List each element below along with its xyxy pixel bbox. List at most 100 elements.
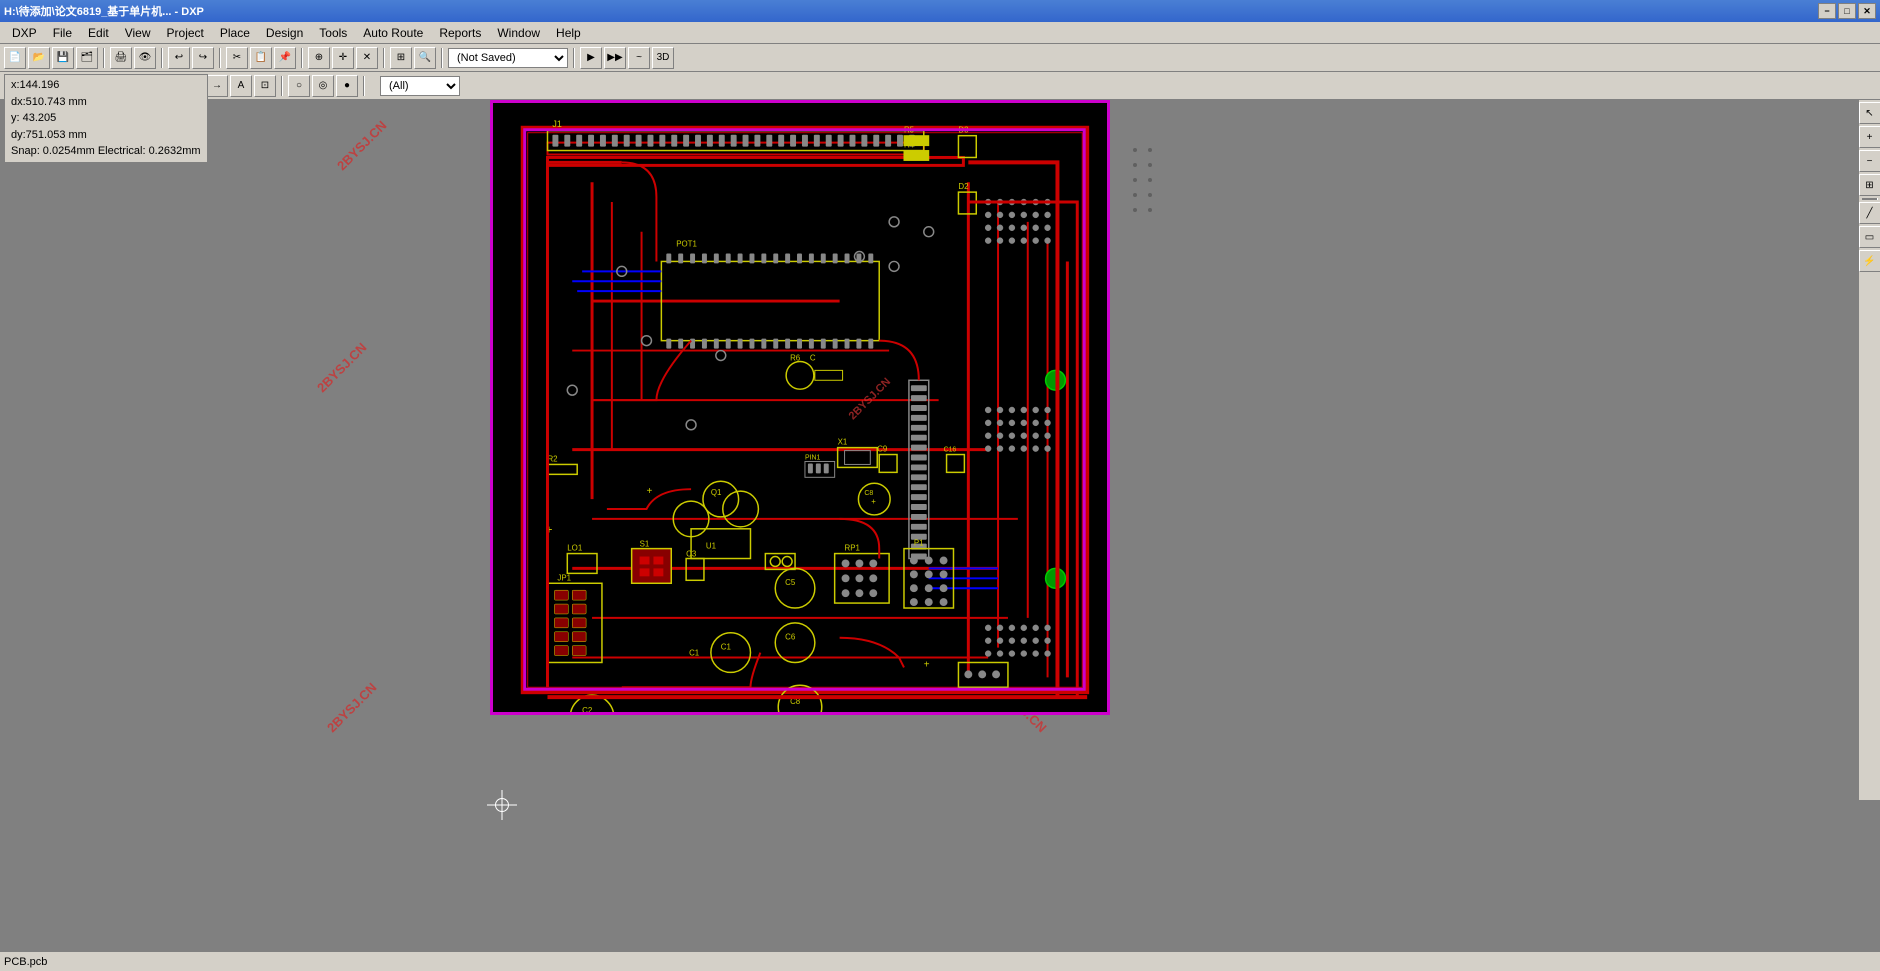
menu-window[interactable]: Window <box>489 24 548 42</box>
svg-text:PIN1: PIN1 <box>805 454 821 461</box>
sep6 <box>441 48 443 68</box>
menu-edit[interactable]: Edit <box>80 24 117 42</box>
svg-text:C: C <box>810 353 816 362</box>
rt-zoom-fit[interactable]: ⊞ <box>1859 174 1880 196</box>
track-btn3[interactable]: → <box>206 75 228 97</box>
open-button[interactable]: 📂 <box>28 47 50 69</box>
move-button[interactable]: ✛ <box>332 47 354 69</box>
statusbar: PCB.pcb <box>0 951 1880 971</box>
rt-cursor[interactable]: ↖ <box>1859 102 1880 124</box>
maximize-button[interactable]: □ <box>1838 3 1856 19</box>
svg-text:D2: D2 <box>958 182 968 191</box>
undo-button[interactable]: ↩ <box>168 47 190 69</box>
menubar: DXP File Edit View Project Place Design … <box>0 22 1880 44</box>
print-preview-button[interactable]: 👁 <box>134 47 156 69</box>
svg-text:C2: C2 <box>582 706 592 712</box>
menu-autoroute[interactable]: Auto Route <box>355 24 431 42</box>
right-toolbar: ↖ + − ⊞ ╱ ▭ ⚡ <box>1858 100 1880 800</box>
rt-zoom-out[interactable]: − <box>1859 150 1880 172</box>
close-button[interactable]: ✕ <box>1858 3 1876 19</box>
menu-tools[interactable]: Tools <box>311 24 355 42</box>
menu-help[interactable]: Help <box>548 24 589 42</box>
route-button[interactable]: ~ <box>628 47 650 69</box>
copy-button[interactable]: 📋 <box>250 47 272 69</box>
print-button[interactable]: 🖨 <box>110 47 132 69</box>
zoom-fit-button[interactable]: ⊞ <box>390 47 412 69</box>
menu-project[interactable]: Project <box>159 24 212 42</box>
pcb-canvas[interactable]: J1 <box>490 100 1110 715</box>
menu-view[interactable]: View <box>117 24 159 42</box>
rt-zoom-in[interactable]: + <box>1859 126 1880 148</box>
menu-design[interactable]: Design <box>258 24 311 42</box>
watermark-4: 2BYSJ.CN <box>324 680 380 736</box>
paste-button[interactable]: 📌 <box>274 47 296 69</box>
titlebar: H:\待添加\论文6819_基于单片机... - DXP − □ ✕ <box>0 0 1880 22</box>
delete-button[interactable]: ✕ <box>356 47 378 69</box>
select-button[interactable]: ⊕ <box>308 47 330 69</box>
minimize-button[interactable]: − <box>1818 3 1836 19</box>
rt-sep1 <box>1862 198 1878 200</box>
rt-wire[interactable]: ╱ <box>1859 202 1880 224</box>
file-dropdown[interactable]: (Not Saved) <box>448 48 568 68</box>
coords-panel: x:144.196 dx:510.743 mm y: 43.205 dy:751… <box>4 74 208 163</box>
sep7 <box>573 48 575 68</box>
coord-dx: dx:510.743 mm <box>11 94 201 111</box>
menu-reports[interactable]: Reports <box>431 24 489 42</box>
zoom-in-button[interactable]: 🔍 <box>414 47 436 69</box>
via-btn2[interactable]: ◎ <box>312 75 334 97</box>
svg-text:JP1: JP1 <box>557 573 571 582</box>
sep1 <box>103 48 105 68</box>
track-btn4[interactable]: A <box>230 75 252 97</box>
svg-text:LO1: LO1 <box>567 544 583 553</box>
rt-component[interactable]: ▭ <box>1859 226 1880 248</box>
sep9 <box>281 76 283 96</box>
compile-button[interactable]: ▶ <box>580 47 602 69</box>
sep3 <box>219 48 221 68</box>
cut-button[interactable]: ✂ <box>226 47 248 69</box>
3d-button[interactable]: 3D <box>652 47 674 69</box>
toolbar2: ⬤ ⬤ ⬤ + − ⊕ ━ ╌ → A ⊡ ○ ◎ ● (All) <box>0 72 1880 100</box>
sep5 <box>383 48 385 68</box>
canvas-area[interactable]: 2BYSJ.CN 2BYSJ.CN 2BYSJ.CN 2BYSJ.CN 2BYS… <box>0 100 1880 971</box>
svg-text:R6: R6 <box>790 353 801 362</box>
via-btn3[interactable]: ● <box>336 75 358 97</box>
svg-text:RP1: RP1 <box>845 544 861 553</box>
menu-dxp[interactable]: DXP <box>4 24 45 42</box>
save-button[interactable]: 💾 <box>52 47 74 69</box>
save-all-button[interactable]: 🗂 <box>76 47 98 69</box>
via-btn1[interactable]: ○ <box>288 75 310 97</box>
svg-text:C1: C1 <box>689 649 700 658</box>
sep10 <box>363 76 365 96</box>
svg-text:X1: X1 <box>838 438 848 447</box>
titlebar-buttons: − □ ✕ <box>1818 3 1876 19</box>
redo-button[interactable]: ↪ <box>192 47 214 69</box>
rt-power[interactable]: ⚡ <box>1859 250 1880 272</box>
titlebar-text: H:\待添加\论文6819_基于单片机... - DXP <box>4 3 204 19</box>
svg-text:+: + <box>924 659 930 670</box>
sep2 <box>161 48 163 68</box>
svg-text:+: + <box>871 497 876 506</box>
svg-text:U1: U1 <box>706 542 717 551</box>
svg-text:C9: C9 <box>877 445 888 454</box>
track-btn5[interactable]: ⊡ <box>254 75 276 97</box>
filter-dropdown[interactable]: (All) <box>380 76 460 96</box>
menu-file[interactable]: File <box>45 24 80 42</box>
sep4 <box>301 48 303 68</box>
svg-text:C16: C16 <box>944 447 957 454</box>
new-button[interactable]: 📄 <box>4 47 26 69</box>
toolbar1: 📄 📂 💾 🗂 🖨 👁 ↩ ↪ ✂ 📋 📌 ⊕ ✛ ✕ ⊞ 🔍 (Not Sav… <box>0 44 1880 72</box>
compile2-button[interactable]: ▶▶ <box>604 47 626 69</box>
coord-y: y: 43.205 <box>11 110 201 127</box>
right-panel <box>1115 100 1415 715</box>
svg-text:R4: R4 <box>904 141 915 150</box>
svg-text:C6: C6 <box>785 633 796 642</box>
svg-text:+: + <box>647 486 653 497</box>
pcb-svg: J1 <box>493 103 1107 712</box>
svg-text:C5: C5 <box>785 578 796 587</box>
svg-text:R2: R2 <box>547 454 557 463</box>
svg-text:J1: J1 <box>552 119 561 129</box>
coord-x: x:144.196 <box>11 77 201 94</box>
menu-place[interactable]: Place <box>212 24 258 42</box>
right-panel-svg <box>1115 100 1415 715</box>
status-text: PCB.pcb <box>4 956 47 968</box>
